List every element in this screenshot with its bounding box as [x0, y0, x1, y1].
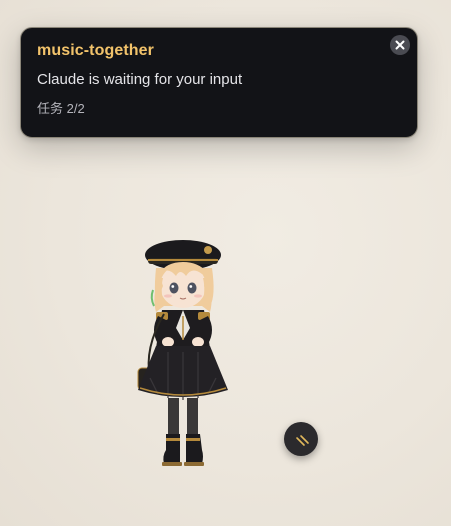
notification-message: Claude is waiting for your input: [37, 71, 243, 88]
notification-title: music-together: [37, 42, 154, 59]
close-button[interactable]: [390, 35, 410, 55]
task-progress-text: 任务 2/2: [37, 101, 85, 116]
chibi-character-image[interactable]: [128, 228, 238, 470]
notification-toast: music-together Claude is waiting for you…: [20, 27, 418, 138]
floating-action-button[interactable]: [284, 422, 318, 456]
resize-grip-icon: [296, 435, 309, 446]
close-icon: [395, 40, 405, 50]
